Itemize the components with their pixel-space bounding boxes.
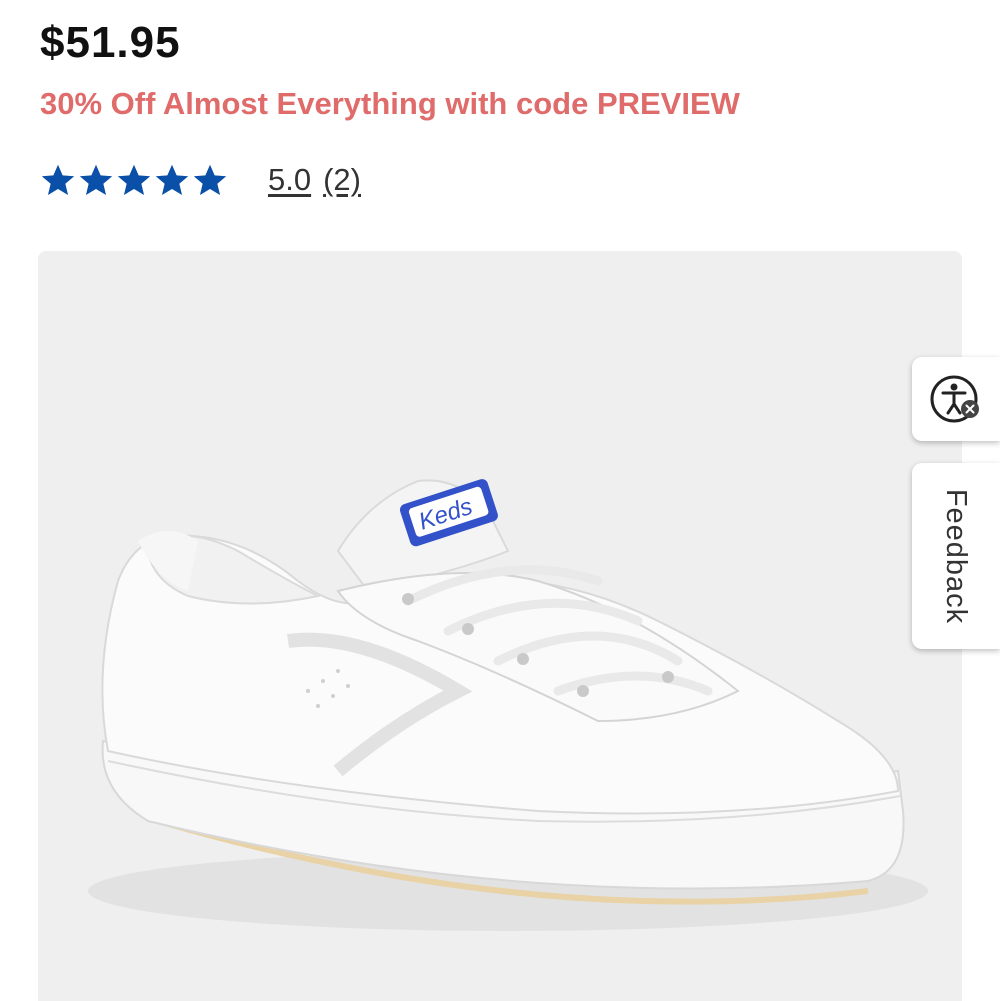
feedback-button[interactable]: Feedback <box>912 463 1000 649</box>
star-icon <box>117 164 151 195</box>
white-sneaker-image: Keds <box>88 479 928 931</box>
promo-message: 30% Off Almost Everything with code PREV… <box>40 86 740 121</box>
star-icon <box>193 164 227 195</box>
rating-score: 5.0 <box>268 162 312 197</box>
accessibility-icon <box>930 375 979 423</box>
review-count: (2) <box>323 162 361 197</box>
star-icon <box>41 164 75 195</box>
reviews-link[interactable]: 5.0 (2) <box>268 162 361 198</box>
product-price: $51.95 <box>40 18 181 67</box>
rating-row: 5.0 (2) <box>40 158 361 202</box>
accessibility-button[interactable] <box>912 357 1000 441</box>
star-icon <box>79 164 113 195</box>
star-rating <box>40 162 228 198</box>
star-icon <box>155 164 189 195</box>
product-page: $51.95 30% Off Almost Everything with co… <box>0 0 1000 1001</box>
feedback-label: Feedback <box>940 488 973 624</box>
product-image[interactable]: Keds <box>38 251 962 1001</box>
